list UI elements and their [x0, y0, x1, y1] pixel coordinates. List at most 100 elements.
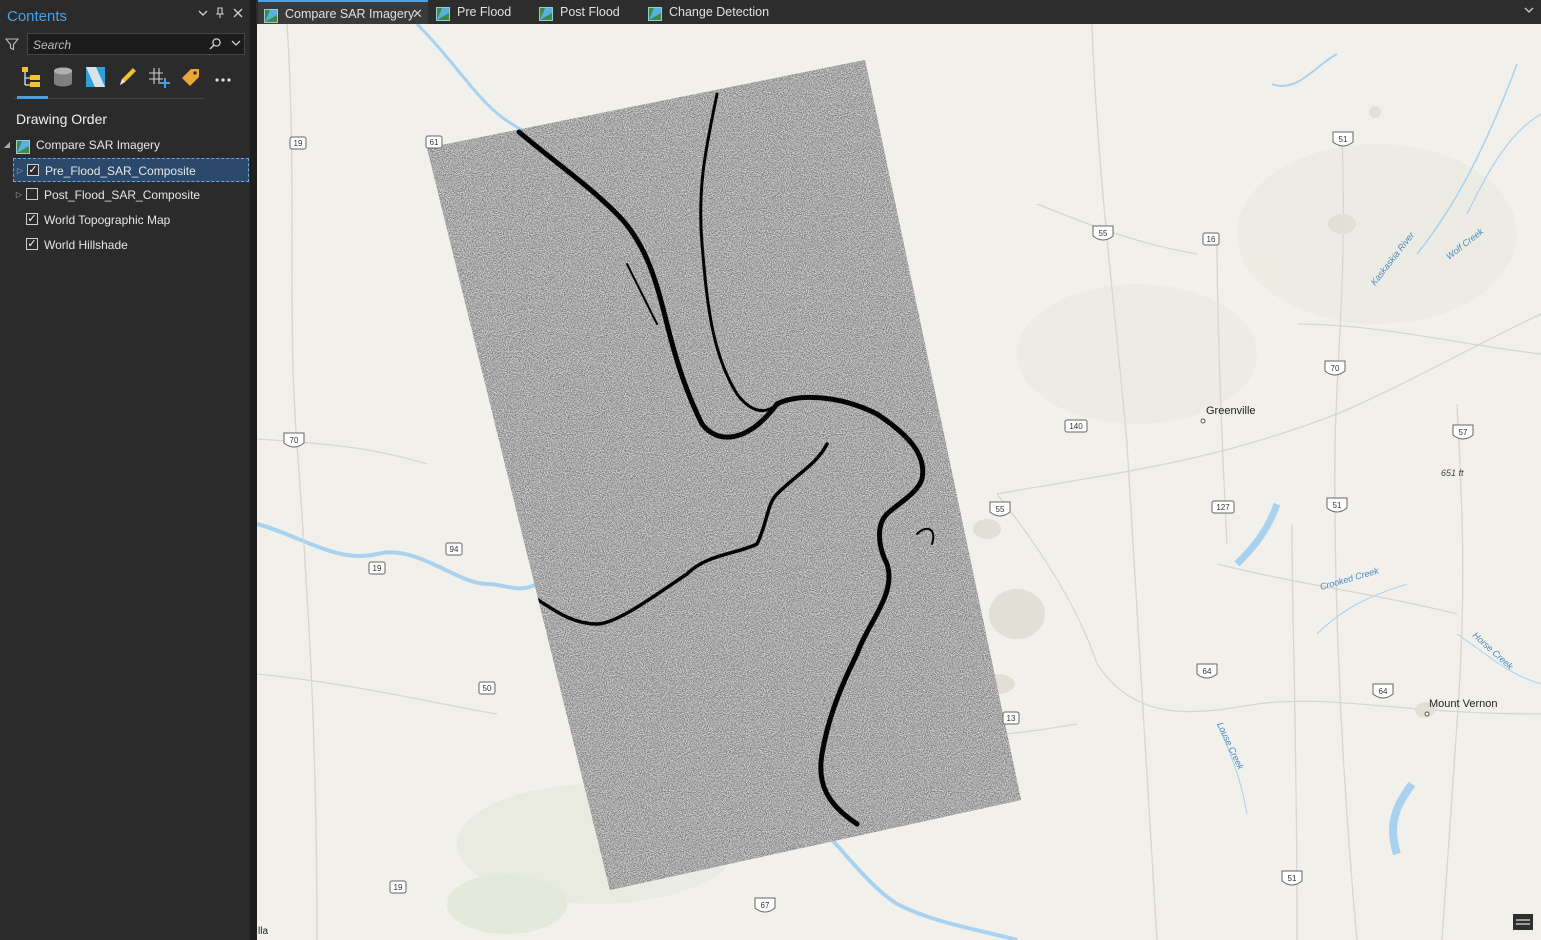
svg-text:50: 50	[483, 684, 492, 693]
search-input[interactable]	[31, 36, 205, 54]
shield-51-c: 51	[1281, 870, 1303, 886]
pane-options-chevron-icon[interactable]	[195, 7, 211, 23]
list-by-selection-icon[interactable]	[82, 64, 108, 90]
tab-overflow-chevron-icon[interactable]	[1523, 4, 1535, 19]
contents-title: Contents	[7, 8, 68, 25]
map-canvas[interactable]: 19 61 55 16 51 70 140 57 55 127 51 94 19…	[257, 24, 1541, 940]
map-view[interactable]: 19 61 55 16 51 70 140 57 55 127 51 94 19…	[257, 24, 1541, 940]
contents-header: Contents	[0, 0, 250, 32]
list-by-snapping-icon[interactable]	[146, 64, 172, 90]
shield-51-a: 51	[1332, 131, 1354, 147]
svg-text:70: 70	[1331, 364, 1340, 373]
svg-text:64: 64	[1379, 687, 1388, 696]
search-row	[0, 33, 250, 57]
tab-pre-flood[interactable]: Pre Flood	[430, 0, 530, 24]
close-tab-icon[interactable]: ✕	[412, 2, 423, 26]
map-icon	[539, 5, 553, 21]
city-label-greenville: Greenville	[1206, 405, 1256, 417]
expand-arrow-icon[interactable]: ▷	[15, 159, 25, 183]
tab-post-flood[interactable]: Post Flood	[533, 0, 638, 24]
shield-13: 13	[1002, 711, 1020, 725]
svg-text:51: 51	[1288, 874, 1297, 883]
layer-row-post-flood[interactable]: ▷ Post_Flood_SAR_Composite	[13, 183, 249, 207]
list-by-labeling-icon[interactable]	[178, 64, 204, 90]
shield-57: 57	[1452, 424, 1474, 440]
pin-icon[interactable]	[212, 7, 228, 23]
svg-text:94: 94	[450, 545, 459, 554]
svg-text:19: 19	[373, 564, 382, 573]
shield-140: 140	[1064, 419, 1088, 433]
layer-label: World Topographic Map	[44, 213, 171, 227]
water-label-louse-creek: Louse Creek	[1215, 721, 1246, 772]
search-box	[27, 33, 245, 55]
map-toolbar-icon[interactable]	[1513, 914, 1533, 930]
tab-label: Compare SAR Imagery	[285, 7, 415, 21]
layer-row-world-topographic[interactable]: ✓ World Topographic Map	[13, 208, 249, 232]
shield-127: 127	[1211, 500, 1235, 514]
map-node[interactable]: ◢ Compare SAR Imagery	[0, 133, 248, 157]
svg-text:57: 57	[1459, 428, 1468, 437]
tab-change-detection[interactable]: Change Detection	[642, 0, 782, 24]
expand-arrow-icon[interactable]: ▷	[14, 183, 24, 207]
contents-toolbar	[14, 64, 231, 98]
shield-55-a: 55	[1092, 225, 1114, 241]
filter-icon[interactable]	[4, 37, 20, 54]
svg-text:19: 19	[394, 883, 403, 892]
elevation-label: 651 ft	[1441, 468, 1464, 478]
shield-70-b: 70	[283, 432, 305, 448]
search-options-chevron-icon[interactable]	[230, 37, 242, 52]
shield-70-a: 70	[1324, 360, 1346, 376]
sar-composite-raster	[427, 60, 1021, 890]
svg-text:16: 16	[1207, 235, 1216, 244]
shield-16: 16	[1202, 232, 1220, 246]
layer-row-pre-flood[interactable]: ▷ ✓ Pre_Flood_SAR_Composite	[13, 158, 249, 182]
svg-text:67: 67	[761, 901, 770, 910]
view-tab-bar: Compare SAR Imagery ✕ Pre Flood Post Flo…	[256, 0, 1541, 25]
svg-text:140: 140	[1069, 422, 1083, 431]
drawing-order-heading: Drawing Order	[16, 111, 108, 127]
shield-19-c: 19	[389, 880, 407, 894]
tab-label: Pre Flood	[457, 5, 512, 19]
shield-64-a: 64	[1196, 663, 1218, 679]
list-by-drawing-order-icon[interactable]	[18, 64, 44, 90]
tab-compare-sar-imagery[interactable]: Compare SAR Imagery ✕	[258, 0, 428, 24]
map-icon	[648, 5, 662, 21]
shield-94: 94	[445, 542, 463, 556]
map-icon	[264, 7, 278, 23]
layer-visibility-checkbox[interactable]	[26, 188, 38, 200]
layer-row-world-hillshade[interactable]: ✓ World Hillshade	[13, 233, 249, 257]
list-by-editing-icon[interactable]	[114, 64, 140, 90]
svg-text:61: 61	[430, 138, 439, 147]
tab-label: Post Flood	[560, 5, 620, 19]
svg-text:51: 51	[1339, 135, 1348, 144]
shield-50: 50	[478, 681, 496, 695]
water-label-crooked-creek: Crooked Creek	[1319, 565, 1380, 591]
shield-67: 67	[754, 897, 776, 913]
collapse-arrow-icon[interactable]: ◢	[2, 133, 12, 157]
map-name-label: Compare SAR Imagery	[36, 138, 161, 152]
layer-visibility-checkbox[interactable]: ✓	[27, 164, 39, 176]
close-pane-icon[interactable]	[230, 7, 246, 23]
more-icon[interactable]	[210, 64, 236, 90]
map-icon	[436, 5, 450, 21]
shield-19-b: 19	[368, 561, 386, 575]
layer-label: World Hillshade	[44, 238, 128, 252]
shield-19-a: 19	[289, 136, 307, 150]
shield-61: 61	[425, 135, 443, 149]
active-toolbar-indicator	[17, 96, 48, 99]
layer-visibility-checkbox[interactable]: ✓	[26, 213, 38, 225]
layer-visibility-checkbox[interactable]: ✓	[26, 238, 38, 250]
tab-label: Change Detection	[669, 5, 770, 19]
svg-text:51: 51	[1333, 501, 1342, 510]
contents-pane: Contents Search Drawing Order ◢ Compare …	[0, 0, 251, 940]
shield-55-b: 55	[989, 501, 1011, 517]
svg-text:13: 13	[1007, 714, 1016, 723]
shield-51-b: 51	[1326, 497, 1348, 513]
list-by-source-icon[interactable]	[50, 64, 76, 90]
svg-text:64: 64	[1203, 667, 1212, 676]
svg-text:55: 55	[996, 505, 1005, 514]
search-icon[interactable]	[208, 37, 222, 54]
attribution-text[interactable]: lla	[258, 926, 268, 937]
svg-text:19: 19	[294, 139, 303, 148]
shield-64-b: 64	[1372, 683, 1394, 699]
